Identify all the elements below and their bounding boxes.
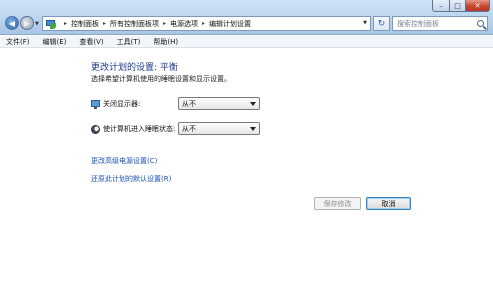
sleep-select[interactable]: 从不	[178, 122, 260, 135]
menu-tools[interactable]: 工具(T)	[117, 37, 141, 47]
back-arrow-icon: ◀	[8, 18, 16, 28]
minimize-button[interactable]: –	[432, 0, 450, 12]
window-titlebar: – □ ✕ ◀ ▶ ▼ ▸ 控制面板 ▸ 所有控制面板项 ▸ 电源选项 ▸ 编辑…	[0, 0, 493, 35]
cancel-button[interactable]: 取消	[366, 197, 411, 210]
forward-arrow-icon: ▶	[23, 18, 31, 28]
back-button[interactable]: ◀	[5, 16, 19, 30]
chevron-down-icon	[250, 127, 256, 131]
main-content: 更改计划的设置: 平衡 选择希望计算机使用的睡眠设置和显示设置。 关闭显示器: …	[0, 49, 493, 290]
menu-help[interactable]: 帮助(H)	[153, 37, 178, 47]
page-subtitle: 选择希望计算机使用的睡眠设置和显示设置。	[91, 75, 231, 83]
display-off-row: 关闭显示器:	[91, 99, 140, 109]
sleep-moon-icon	[91, 124, 100, 134]
recent-pages-dropdown-icon[interactable]: ▼	[35, 21, 39, 27]
page-title: 更改计划的设置: 平衡	[91, 63, 178, 73]
breadcrumb-all-items[interactable]: 所有控制面板项	[110, 19, 159, 29]
window-controls: – □ ✕	[432, 0, 490, 12]
sleep-label: 使计算机进入睡眠状态:	[103, 125, 176, 133]
menu-file[interactable]: 文件(F)	[6, 37, 30, 47]
maximize-button[interactable]: □	[450, 0, 466, 12]
menu-bar: 文件(F) 编辑(E) 查看(V) 工具(T) 帮助(H)	[0, 36, 493, 48]
breadcrumb-separator-icon[interactable]: ▸	[202, 20, 205, 27]
breadcrumb-separator-icon[interactable]: ▸	[163, 20, 166, 27]
close-button[interactable]: ✕	[466, 0, 490, 12]
refresh-icon: ↻	[377, 18, 386, 29]
forward-button[interactable]: ▶	[20, 16, 34, 30]
address-bar[interactable]: ▸ 控制面板 ▸ 所有控制面板项 ▸ 电源选项 ▸ 编辑计划设置 ▼	[42, 16, 371, 31]
control-panel-icon	[46, 19, 57, 29]
menu-edit[interactable]: 编辑(E)	[43, 37, 67, 47]
search-icon[interactable]	[477, 20, 484, 27]
sleep-value: 从不	[182, 124, 196, 133]
advanced-power-settings-link[interactable]: 更改高级电源设置(C)	[91, 156, 157, 166]
save-changes-button[interactable]: 保存修改	[314, 197, 361, 210]
chevron-down-icon	[250, 102, 256, 106]
breadcrumb-power-options[interactable]: 电源选项	[170, 19, 198, 29]
search-input[interactable]: 搜索控制面板	[392, 16, 488, 31]
refresh-button[interactable]: ↻	[373, 16, 390, 31]
display-off-value: 从不	[182, 99, 196, 108]
breadcrumb-separator-icon: ▸	[64, 20, 68, 27]
monitor-icon	[91, 99, 100, 109]
search-placeholder: 搜索控制面板	[397, 19, 439, 28]
breadcrumb-control-panel[interactable]: 控制面板	[71, 19, 99, 29]
menu-view[interactable]: 查看(V)	[79, 37, 103, 47]
restore-defaults-link[interactable]: 还原此计划的默认设置(R)	[91, 174, 171, 184]
display-off-select[interactable]: 从不	[178, 97, 260, 110]
address-dropdown-icon[interactable]: ▼	[363, 20, 367, 26]
display-off-label: 关闭显示器:	[103, 100, 141, 108]
breadcrumb-separator-icon[interactable]: ▸	[103, 20, 106, 27]
sleep-row: 使计算机进入睡眠状态:	[91, 124, 175, 134]
breadcrumb-edit-plan[interactable]: 编辑计划设置	[209, 19, 251, 29]
